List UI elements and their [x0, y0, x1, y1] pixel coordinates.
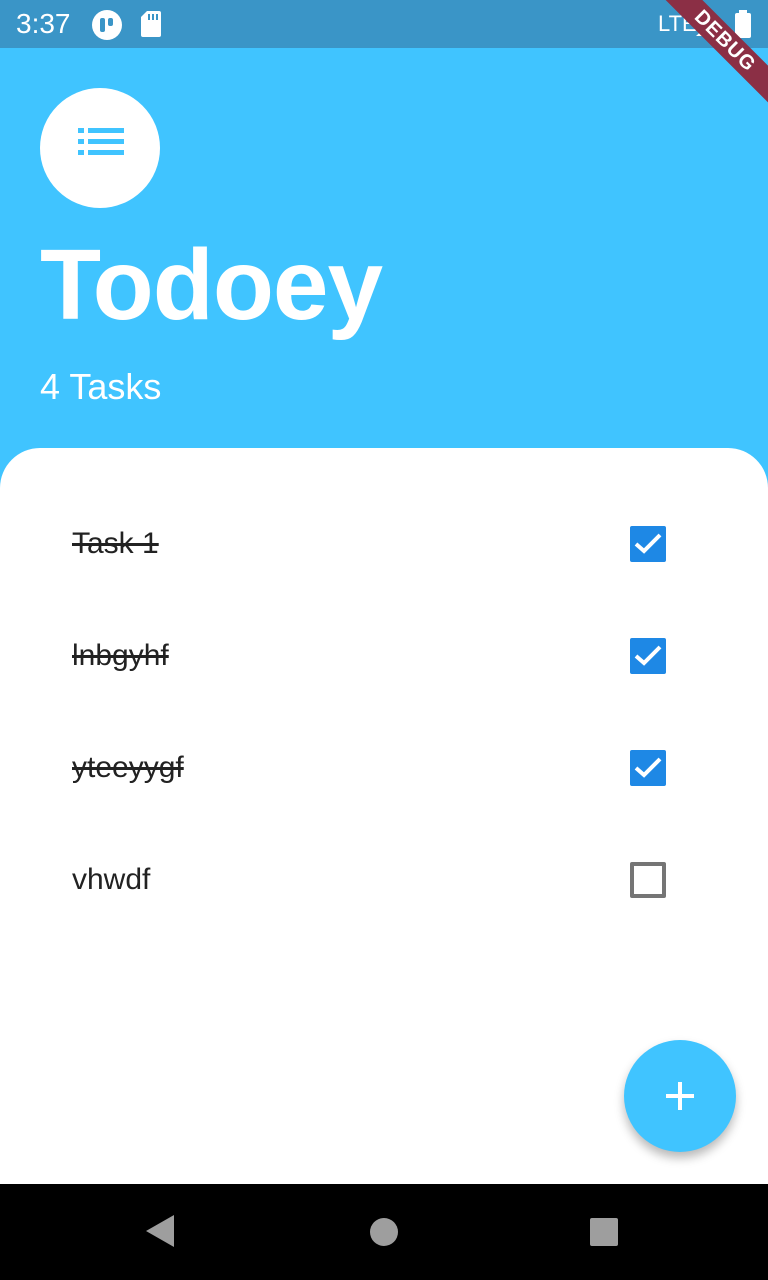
task-count: 4 Tasks — [40, 366, 162, 407]
add-task-button[interactable] — [624, 1040, 736, 1152]
task-item[interactable]: vhwdf — [0, 824, 768, 936]
app-title: Todoey — [40, 229, 383, 341]
task-item[interactable]: Task 1 — [0, 488, 768, 600]
task-checkbox[interactable] — [630, 638, 666, 674]
status-bar: 3:37 LTE — [0, 0, 768, 48]
back-icon[interactable] — [144, 1214, 176, 1253]
task-checkbox[interactable] — [630, 526, 666, 562]
task-checkbox[interactable] — [630, 862, 666, 898]
list-icon-avatar — [40, 88, 160, 208]
task-title: vhwdf — [72, 863, 151, 896]
check-icon — [634, 757, 662, 778]
task-checkbox[interactable] — [630, 750, 666, 786]
task-item[interactable]: yteeyygf — [0, 712, 768, 824]
plus-icon — [666, 1082, 694, 1110]
task-title: yteeyygf — [72, 751, 184, 784]
status-time: 3:37 — [16, 8, 71, 39]
task-item[interactable]: lnbgyhf — [0, 600, 768, 712]
task-title: lnbgyhf — [72, 639, 169, 672]
app-icon — [92, 10, 122, 40]
check-icon — [634, 533, 662, 554]
task-list: Task 1 lnbgyhf yteeyygf vhwdf — [0, 488, 768, 936]
recents-icon[interactable] — [590, 1218, 618, 1246]
home-icon[interactable] — [370, 1218, 398, 1246]
sd-card-icon — [140, 10, 162, 43]
list-icon — [78, 128, 124, 155]
check-icon — [634, 645, 662, 666]
task-title: Task 1 — [72, 527, 159, 560]
